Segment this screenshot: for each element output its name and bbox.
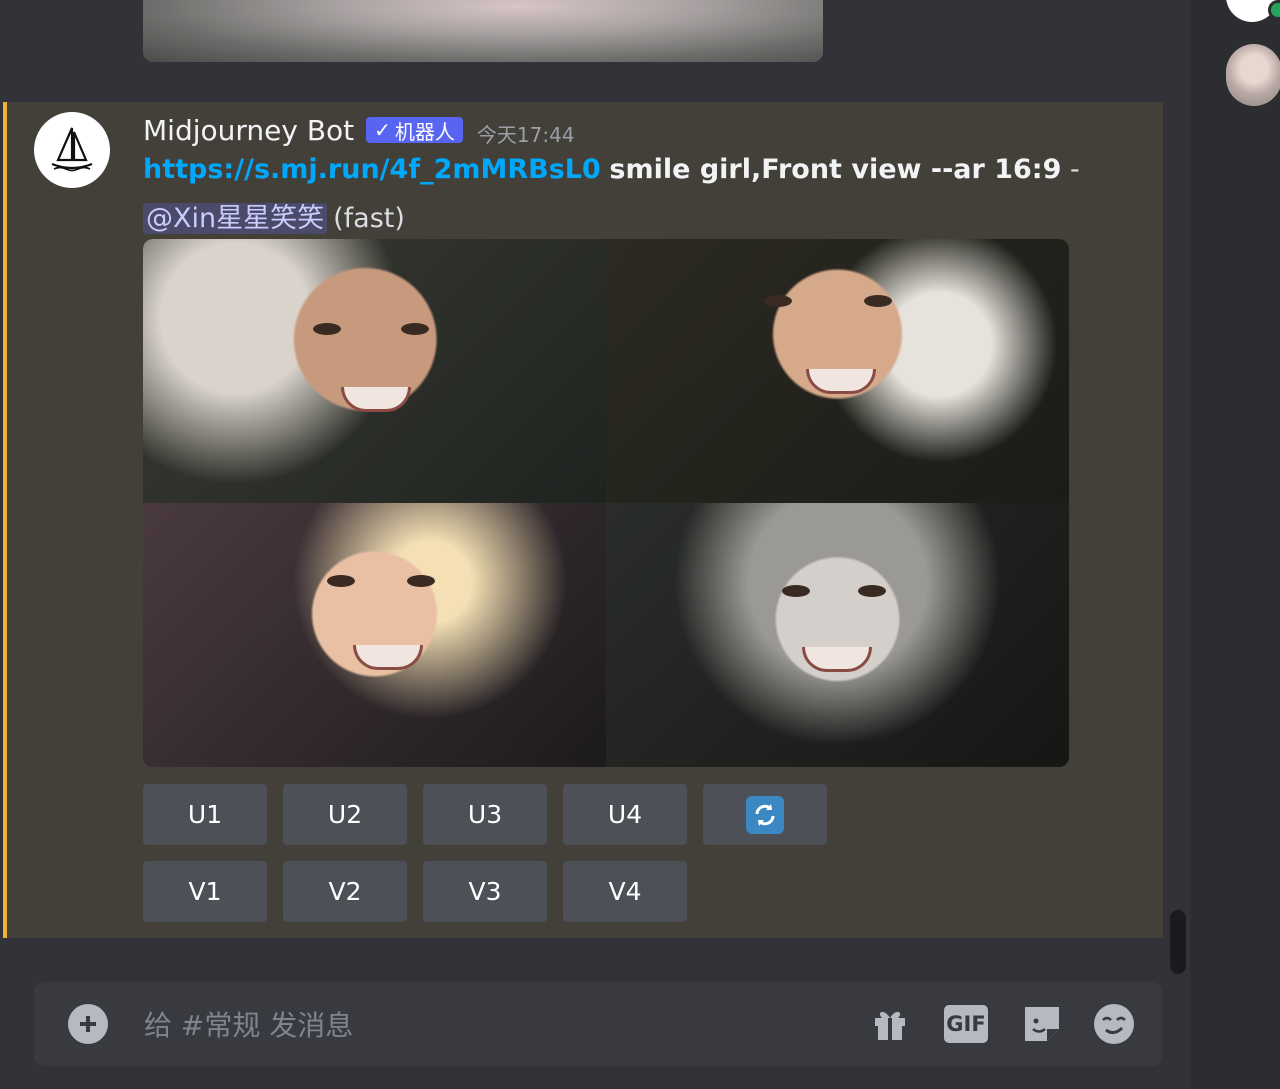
message-input[interactable]: [142, 1000, 826, 1050]
grid-image-3[interactable]: [143, 503, 606, 767]
user-mention[interactable]: @Xin星星笑笑: [143, 203, 328, 234]
bot-badge-label: 机器人: [394, 119, 455, 144]
variation-1-button[interactable]: V1: [143, 861, 267, 922]
message-content: https://s.mj.run/4f_2mMRBsL0 smile girl,…: [143, 154, 1080, 185]
author-name[interactable]: Midjourney Bot: [143, 114, 354, 147]
grid-image-1[interactable]: [143, 239, 606, 503]
verified-check-icon: ✓: [374, 118, 391, 142]
upscale-3-button[interactable]: U3: [423, 784, 547, 845]
separator: -: [1069, 154, 1080, 185]
gift-icon[interactable]: [868, 1002, 912, 1046]
upscale-1-button[interactable]: U1: [143, 784, 267, 845]
upscale-row: U1 U2 U3 U4: [143, 784, 827, 845]
gif-label: GIF: [944, 1005, 988, 1043]
variation-row: V1 V2 V3 V4: [143, 861, 687, 922]
image-grid[interactable]: [143, 239, 1069, 767]
chat-panel: Midjourney Bot ✓ 机器人 今天17:44 https://s.m…: [0, 0, 1190, 1089]
reroll-button[interactable]: [703, 784, 827, 845]
message-header: Midjourney Bot ✓ 机器人 今天17:44: [143, 110, 575, 150]
sticker-icon[interactable]: [1020, 1002, 1064, 1046]
refresh-icon: [746, 795, 784, 834]
previous-image[interactable]: [143, 0, 823, 62]
variation-3-button[interactable]: V3: [423, 861, 547, 922]
prompt-text: smile girl,Front view --ar 16:9: [609, 154, 1062, 185]
variation-2-button[interactable]: V2: [283, 861, 407, 922]
emoji-icon[interactable]: [1092, 1002, 1136, 1046]
plus-icon[interactable]: [68, 1004, 108, 1044]
member-list: [1190, 0, 1280, 1089]
upscale-2-button[interactable]: U2: [283, 784, 407, 845]
grid-image-4[interactable]: [606, 503, 1069, 767]
bot-avatar[interactable]: [34, 112, 110, 188]
prompt-link[interactable]: https://s.mj.run/4f_2mMRBsL0: [143, 154, 601, 185]
message-composer: GIF: [34, 982, 1162, 1066]
sailboat-icon: [51, 127, 93, 172]
chat-scrollbar[interactable]: [1170, 910, 1186, 974]
upscale-4-button[interactable]: U4: [563, 784, 687, 845]
mode-label: (fast): [333, 203, 405, 234]
variation-4-button[interactable]: V4: [563, 861, 687, 922]
mention-highlight-bar: [3, 102, 7, 938]
gif-icon[interactable]: GIF: [944, 1002, 988, 1046]
message-content-line2: @Xin星星笑笑 (fast): [143, 196, 405, 235]
bot-badge: ✓ 机器人: [366, 117, 463, 144]
message-timestamp[interactable]: 今天17:44: [477, 119, 575, 148]
member-avatar-user[interactable]: [1226, 44, 1280, 106]
grid-image-2[interactable]: [606, 239, 1069, 503]
